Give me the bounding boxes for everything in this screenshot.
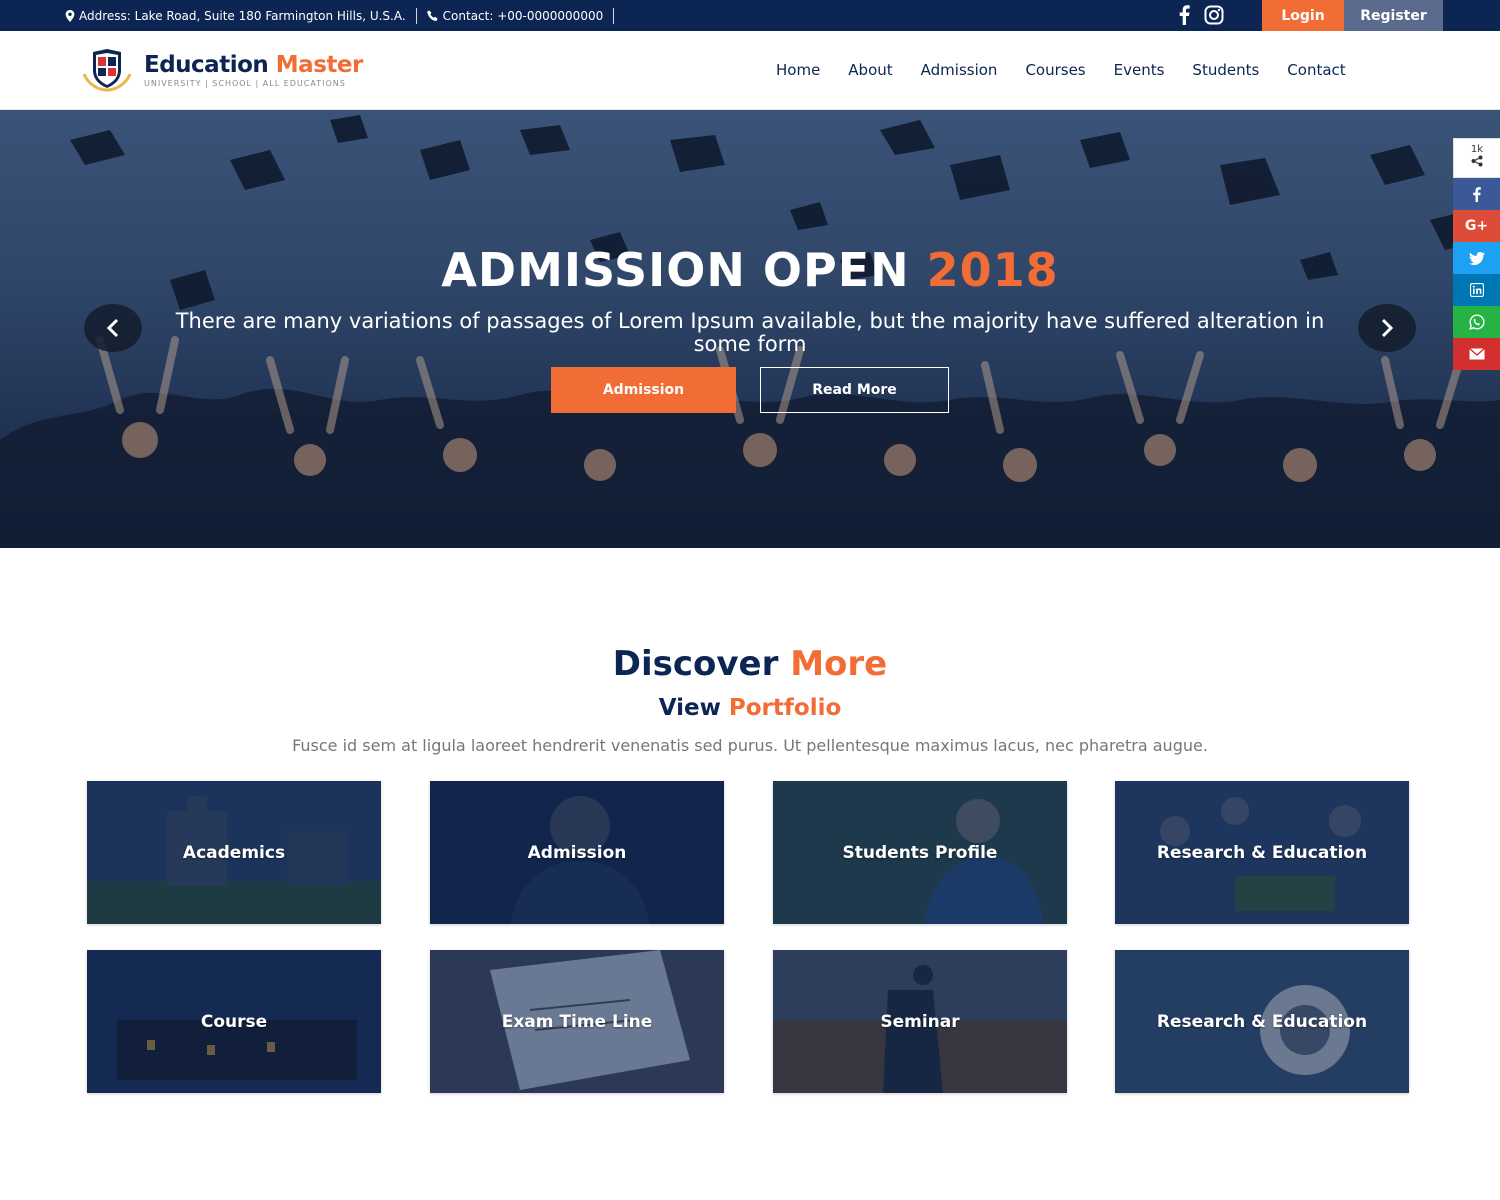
twitter-icon (1468, 251, 1485, 265)
nav-students[interactable]: Students (1192, 61, 1259, 79)
portfolio-card-research-education[interactable]: Research & Education (1115, 781, 1409, 924)
logo-tagline: UNIVERSITY | SCHOOL | ALL EDUCATIONS (144, 79, 346, 88)
email-icon (1468, 348, 1485, 360)
nav-contact[interactable]: Contact (1287, 61, 1345, 79)
read-more-button[interactable]: Read More (760, 367, 949, 413)
map-marker-icon (65, 10, 75, 22)
share-google-plus-button[interactable]: G+ (1453, 210, 1500, 242)
discover-description: Fusce id sem at ligula laoreet hendrerit… (292, 736, 1208, 755)
share-facebook-button[interactable] (1453, 178, 1500, 210)
phone-icon (426, 10, 438, 21)
share-sidebar: 1k G+ (1453, 138, 1500, 370)
card-label: Admission (527, 842, 627, 863)
contact-info: Address: Lake Road, Suite 180 Farmington… (65, 8, 624, 24)
card-label: Students Profile (842, 842, 998, 863)
discover-subtitle: View Portfolio (658, 695, 842, 721)
portfolio-card-exam-time-line[interactable]: Exam Time Line (430, 950, 724, 1093)
portfolio-card-students-profile[interactable]: Students Profile (773, 781, 1067, 924)
social-links (1178, 5, 1224, 25)
main-header: Education Master UNIVERSITY | SCHOOL | A… (0, 31, 1500, 110)
portfolio-card-seminar[interactable]: Seminar (773, 950, 1067, 1093)
portfolio-card-admission[interactable]: Admission (430, 781, 724, 924)
whatsapp-icon (1468, 314, 1485, 330)
logo-name: Education Master (144, 52, 363, 78)
login-button[interactable]: Login (1262, 0, 1344, 31)
linkedin-icon (1469, 283, 1484, 297)
card-label: Course (200, 1011, 268, 1032)
discover-title: Discover More (612, 644, 888, 684)
instagram-icon[interactable] (1204, 5, 1224, 25)
chevron-left-icon (106, 318, 119, 338)
hero-title: ADMISSION OPEN 2018 (441, 243, 1059, 297)
share-count[interactable]: 1k (1453, 138, 1500, 178)
nav-events[interactable]: Events (1114, 61, 1165, 79)
contact-text: Contact: +00-0000000000 (442, 9, 604, 23)
nav-courses[interactable]: Courses (1025, 61, 1085, 79)
share-email-button[interactable] (1453, 338, 1500, 370)
facebook-icon[interactable] (1178, 5, 1190, 25)
logo[interactable]: Education Master UNIVERSITY | SCHOOL | A… (80, 48, 363, 92)
nav-home[interactable]: Home (776, 61, 820, 79)
main-nav: Home About Admission Courses Events Stud… (776, 61, 1346, 79)
admission-button[interactable]: Admission (551, 367, 736, 413)
card-label: Academics (182, 842, 286, 863)
card-label: Exam Time Line (501, 1011, 653, 1032)
card-label: Research & Education (1156, 1011, 1368, 1032)
shield-logo-icon (82, 49, 132, 92)
portfolio-card-research-education-2[interactable]: Research & Education (1115, 950, 1409, 1093)
portfolio-card-academics[interactable]: Academics (87, 781, 381, 924)
address-text: Address: Lake Road, Suite 180 Farmington… (79, 9, 406, 23)
top-bar: Address: Lake Road, Suite 180 Farmington… (0, 0, 1500, 31)
address-item: Address: Lake Road, Suite 180 Farmington… (65, 9, 406, 23)
hero-slider: ADMISSION OPEN 2018 There are many varia… (0, 110, 1500, 548)
slider-next-button[interactable] (1358, 304, 1416, 352)
divider (613, 8, 615, 24)
nav-admission[interactable]: Admission (921, 61, 998, 79)
share-icon (1471, 155, 1483, 167)
google-plus-icon: G+ (1464, 218, 1489, 234)
portfolio-card-course[interactable]: Course (87, 950, 381, 1093)
divider (415, 8, 417, 24)
card-label: Research & Education (1156, 842, 1368, 863)
register-button[interactable]: Register (1344, 0, 1443, 31)
nav-about[interactable]: About (848, 61, 892, 79)
share-linkedin-button[interactable] (1453, 274, 1500, 306)
facebook-icon (1473, 186, 1481, 202)
hero-subtitle: There are many variations of passages of… (175, 309, 1325, 356)
share-twitter-button[interactable] (1453, 242, 1500, 274)
slider-prev-button[interactable] (84, 304, 142, 352)
contact-item: Contact: +00-0000000000 (426, 9, 604, 23)
card-label: Seminar (880, 1011, 960, 1032)
chevron-right-icon (1381, 318, 1394, 338)
share-whatsapp-button[interactable] (1453, 306, 1500, 338)
